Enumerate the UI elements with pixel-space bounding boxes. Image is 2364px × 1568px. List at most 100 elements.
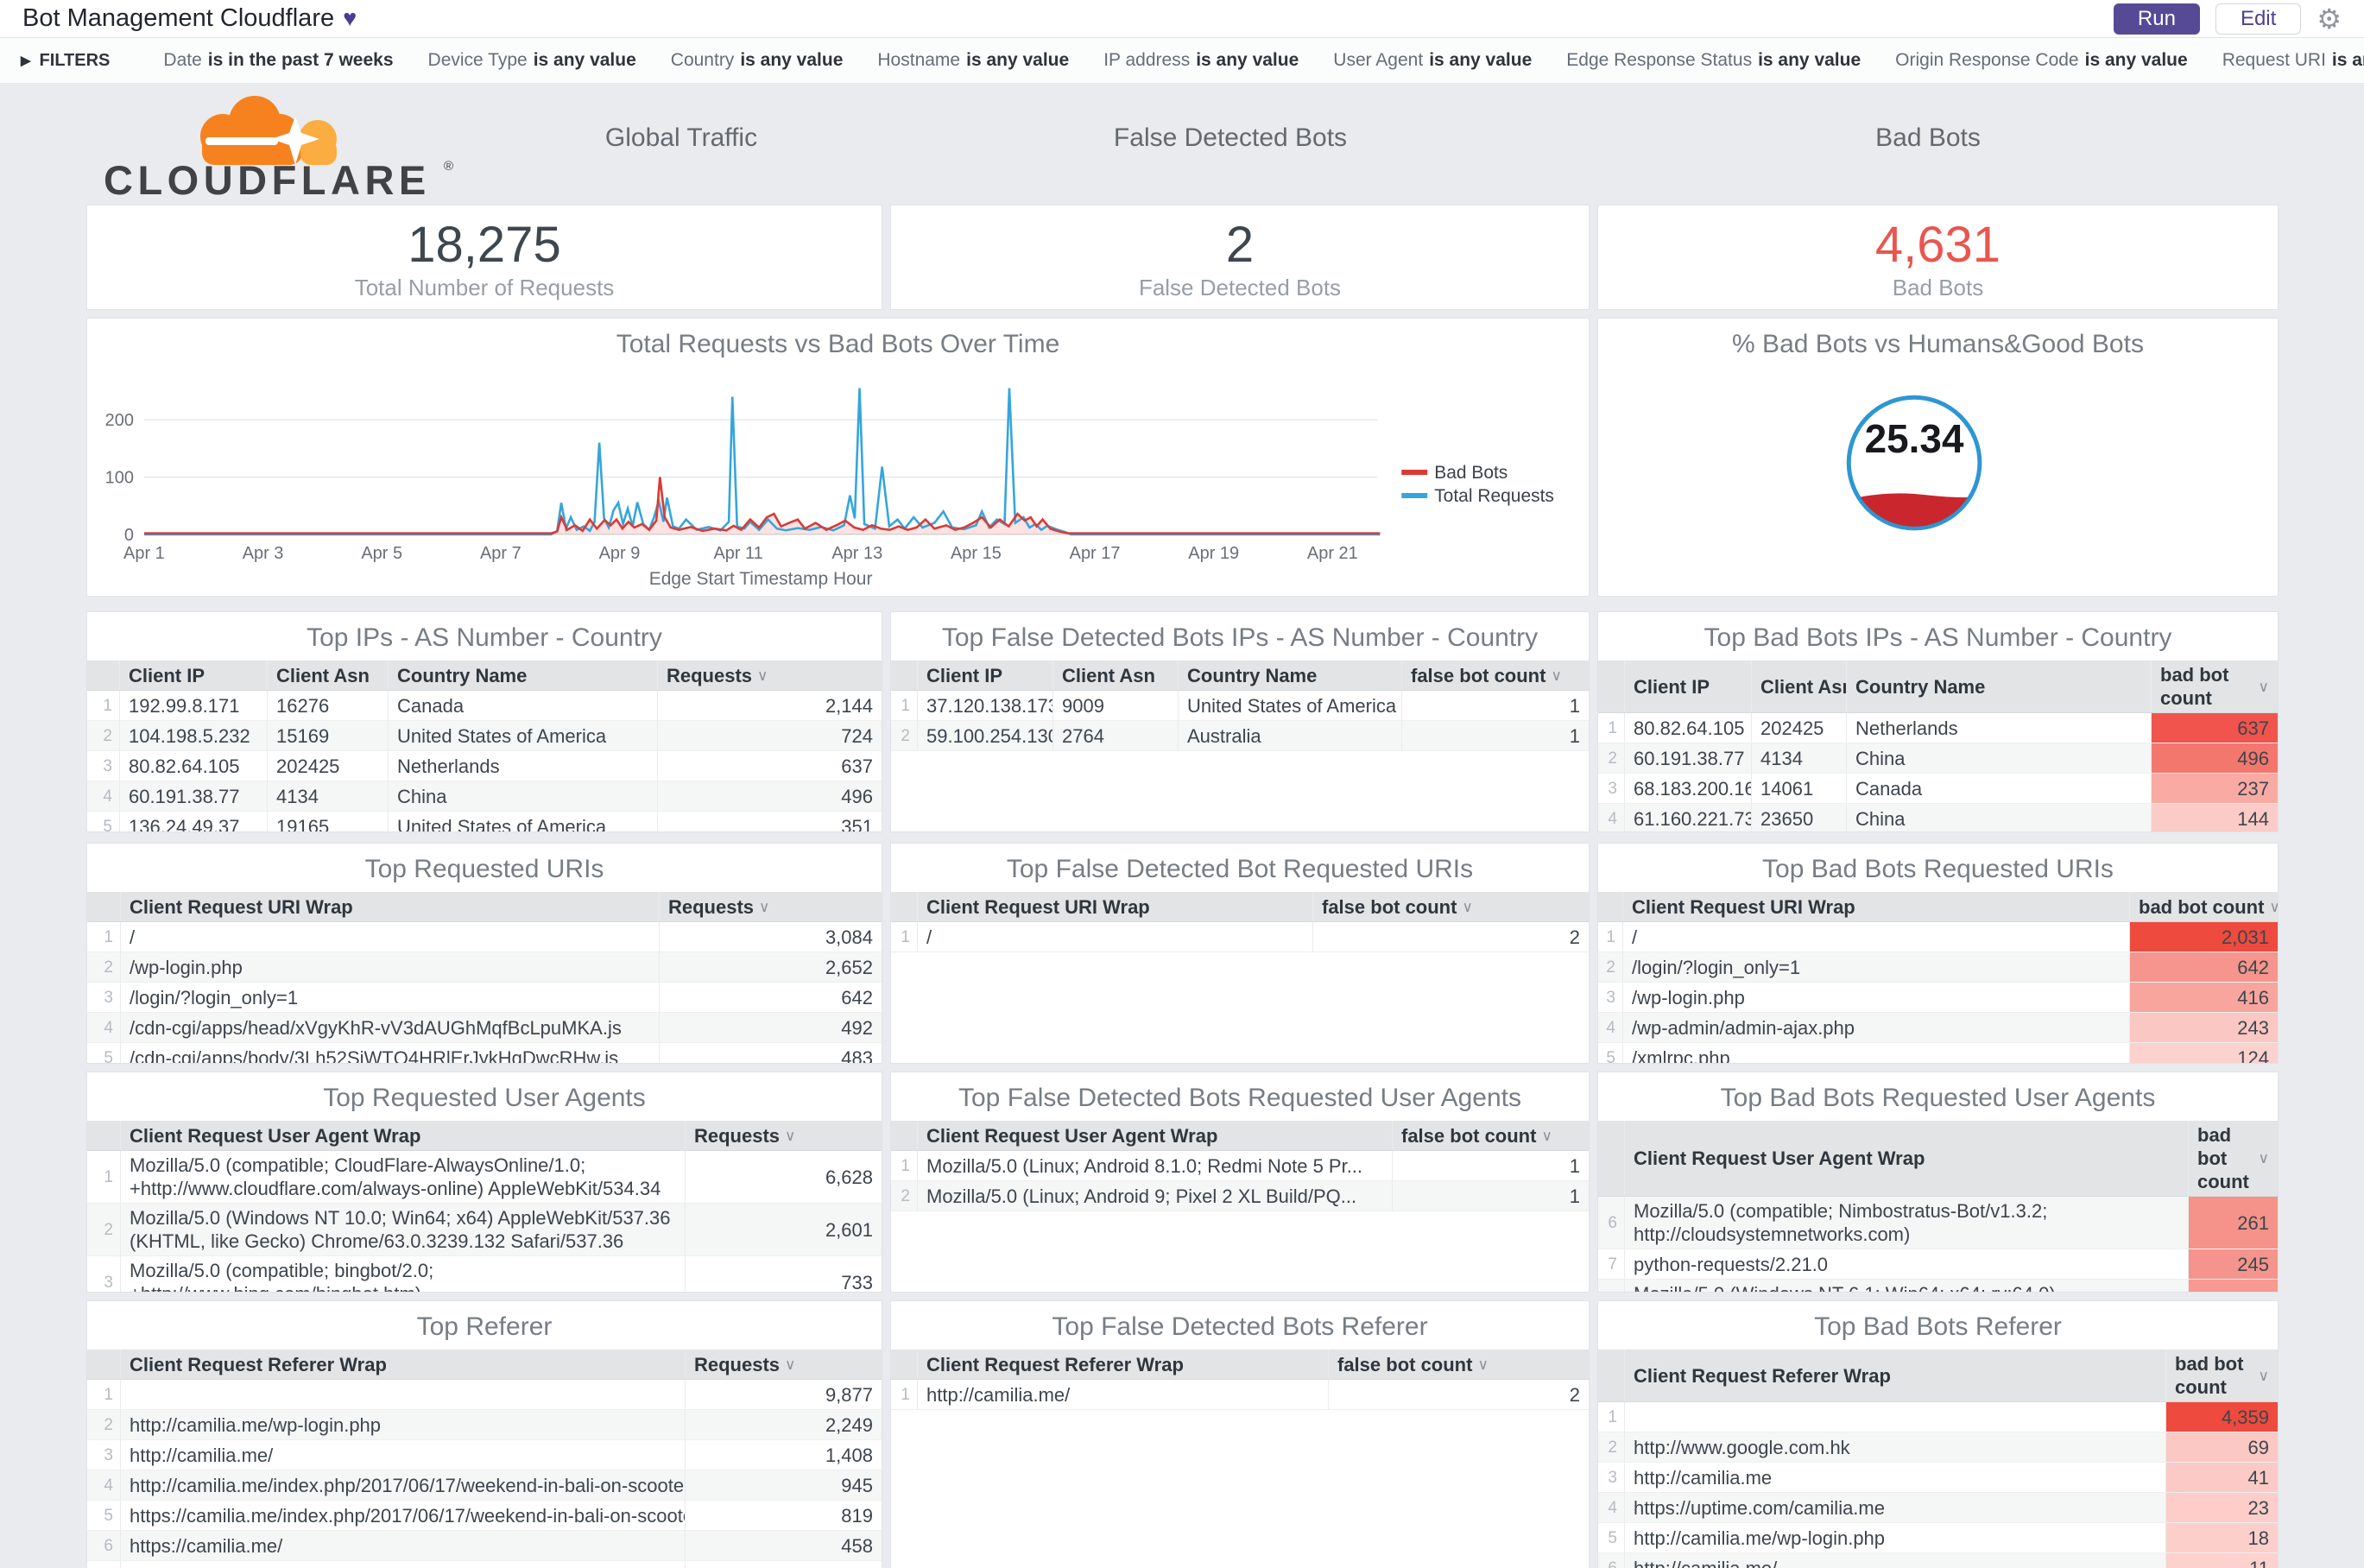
sort-header[interactable]: bad bot count∨	[2165, 1350, 2278, 1401]
svg-text:Apr 7: Apr 7	[480, 544, 521, 563]
table-row[interactable]: 1 9,877	[87, 1380, 882, 1410]
table-row[interactable]: 1 Mozilla/5.0 (compatible; CloudFlare-Alw…	[87, 1151, 882, 1204]
table-cell: 80.82.64.105	[119, 751, 267, 781]
table-row[interactable]: 4/cdn-cgi/apps/head/xVgyKhR-vV3dAUGhMqfB…	[87, 1013, 882, 1043]
sort-header[interactable]: bad bot count∨	[2129, 892, 2278, 921]
table-row[interactable]: 2/login/?login_only=1 642	[1598, 952, 2278, 983]
tile-title: Top Bad Bots Requested User Agents	[1720, 1084, 2156, 1112]
table-row[interactable]: 4 https://uptime.com/camilia.me 23	[1598, 1493, 2278, 1523]
filter-item[interactable]: Country is any value	[671, 50, 844, 71]
filters-toggle[interactable]: ▶ FILTERS	[21, 51, 110, 71]
table-row[interactable]: 5 https://camilia.me/index.php/2017/06/17…	[87, 1501, 882, 1531]
table-row[interactable]: 3 80.82.64.105 202425 Netherlands 637	[87, 751, 882, 781]
table-row[interactable]: 2 Mozilla/5.0 (Linux; Android 9; Pixel 2 …	[891, 1181, 1589, 1211]
table-cell: 80.82.64.105	[1624, 713, 1751, 743]
column-header: Client Request Referer Wrap	[1624, 1350, 2165, 1401]
table-row[interactable]: 1 37.120.138.173 9009 United States of Amer…	[891, 691, 1589, 721]
filter-item[interactable]: Hostname is any value	[877, 50, 1069, 71]
table-row[interactable]: 5 http://camilia.me/wp-login.php 18	[1598, 1523, 2278, 1553]
sort-header[interactable]: false bot count ∨	[1328, 1350, 1589, 1379]
tile-title: Top Requested URIs	[364, 855, 604, 883]
sort-header[interactable]: false bot count ∨	[1392, 1121, 1589, 1150]
table-row[interactable]: 5 136.24.49.37 19165 United States of Ameri…	[87, 812, 882, 831]
value-cell: 1	[1392, 1181, 1589, 1211]
table-row[interactable]: 7 python-requests/2.21.0 245	[1598, 1249, 2278, 1280]
table-row[interactable]: 6 https://camilia.me/458	[87, 1531, 882, 1561]
table-row[interactable]: 2 Mozilla/5.0 (Windows NT 10.0; Win64; x6…	[87, 1204, 882, 1256]
row-number: 2	[1608, 1438, 1617, 1457]
column-header	[87, 1121, 120, 1150]
filter-item[interactable]: Device Type is any value	[428, 50, 636, 71]
table-row[interactable]: 3 http://camilia.me 41	[1598, 1463, 2278, 1493]
table-row[interactable]: 6 Mozilla/5.0 (compatible; Nimbostratus-B…	[1598, 1197, 2278, 1249]
table-row[interactable]: 8Mozilla/5.0 (Windows NT 6.1; Win64; x64…	[1598, 1280, 2278, 1292]
table-row[interactable]: 4 60.191.38.77 4134 China 496	[87, 781, 882, 812]
table-header-row: Client Request Referer Wrap false bot cou…	[891, 1350, 1589, 1380]
table-row[interactable]: 3 Mozilla/5.0 (compatible; bingbot/2.0; +…	[87, 1256, 882, 1292]
table-row[interactable]: 4 61.160.221.73 23650 China 144	[1598, 804, 2278, 831]
table-row[interactable]: 2 59.100.254.130 2764 Australia 1	[891, 721, 1589, 751]
table-row[interactable]: 3 http://camilia.me/1,408	[87, 1440, 882, 1470]
table-cell: Mozilla/5.0 (compatible; Nimbostratus-Bo…	[1624, 1197, 2188, 1249]
table-cell: 60.191.38.77	[119, 781, 267, 811]
tile-total-requests: 18,275 Total Number of Requests	[86, 205, 882, 310]
table-row[interactable]: 1 http://camilia.me/2	[891, 1380, 1589, 1410]
row-number: 4	[104, 1018, 113, 1037]
sort-chevron-icon: ∨	[757, 667, 768, 684]
gear-icon[interactable]: ⚙	[2317, 3, 2342, 35]
svg-text:Apr 17: Apr 17	[1070, 544, 1121, 563]
table-row[interactable]: 2 http://camilia.me/wp-login.php 2,249	[87, 1410, 882, 1440]
table-row[interactable]: 2 104.198.5.232 15169 United States of Amer…	[87, 721, 882, 751]
section-header-global-traffic: Global Traffic	[604, 123, 758, 152]
sort-header[interactable]: bad bot count∨	[2151, 661, 2278, 712]
table-row[interactable]: 2 http://www.google.com.hk 69	[1598, 1432, 2278, 1463]
column-header: Client Request Referer Wrap	[120, 1350, 685, 1379]
tile-top-referer: Top Referer Client Request Referer Wrap R…	[86, 1300, 882, 1568]
svg-text:Apr 3: Apr 3	[243, 544, 284, 563]
sort-header[interactable]: Requests ∨	[659, 892, 882, 921]
table-row[interactable]: 1 192.99.8.171 16276 Canada 2,144	[87, 691, 882, 721]
value-cell: 819	[685, 1501, 882, 1530]
column-header: Client Request URI Wrap	[1622, 892, 2129, 921]
table-cell: Netherlands	[1846, 713, 2151, 743]
table-row[interactable]: 5/xmlrpc.php 124	[1598, 1043, 2278, 1063]
table-row[interactable]: 3/wp-login.php 416	[1598, 983, 2278, 1013]
table-row[interactable]: 1 /2	[891, 922, 1589, 952]
table-row[interactable]: 3 68.183.200.16714061Canada237	[1598, 774, 2278, 804]
run-button[interactable]: Run	[2113, 3, 2200, 35]
table-row[interactable]: 2 60.191.38.77 4134 China 496	[1598, 743, 2278, 774]
table-row[interactable]: 1 80.82.64.105 202425 Netherlands 637	[1598, 713, 2278, 743]
filter-item[interactable]: IP address is any value	[1103, 50, 1299, 71]
sort-header[interactable]: Requests ∨	[685, 1350, 882, 1379]
filter-item[interactable]: Origin Response Code is any value	[1895, 50, 2188, 71]
filter-item[interactable]: Date is in the past 7 weeks	[163, 50, 393, 71]
edit-button[interactable]: Edit	[2215, 3, 2302, 35]
table-row[interactable]: 1 /3,084	[87, 922, 882, 952]
value-cell: 69	[2165, 1432, 2278, 1462]
sort-header[interactable]: Requests ∨	[657, 661, 882, 690]
table-row[interactable]: 1 4,359	[1598, 1402, 2278, 1432]
tile-bad-user-agents: Top Bad Bots Requested User Agents Clien…	[1597, 1072, 2279, 1293]
table-row[interactable]: 1 /2,031	[1598, 922, 2278, 952]
sort-header[interactable]: Requests ∨	[685, 1121, 882, 1150]
table-cell: http://camilia.me/	[120, 1440, 685, 1470]
filter-item[interactable]: User Agent is any value	[1333, 50, 1532, 71]
svg-text:100: 100	[105, 469, 134, 488]
filter-item[interactable]: Edge Response Status is any value	[1566, 50, 1861, 71]
table-row[interactable]: 1 Mozilla/5.0 (Linux; Android 8.1.0; Redm…	[891, 1151, 1589, 1181]
sort-header[interactable]: false bot count ∨	[1401, 661, 1589, 690]
gauge-chart[interactable]: 25.34	[1598, 367, 2278, 591]
table-row[interactable]: 4/wp-admin/admin-ajax.php 243	[1598, 1013, 2278, 1043]
table-row[interactable]: 5/cdn-cgi/apps/body/3Lh52SjWTQ4HRlErJykH…	[87, 1043, 882, 1063]
sort-header[interactable]: bad bot count∨	[2188, 1121, 2278, 1196]
table-row[interactable]: 6 http://camilia.me/11	[1598, 1553, 2278, 1568]
sort-header[interactable]: false bot count ∨	[1312, 892, 1589, 921]
line-chart[interactable]: 0 100 200 Apr 1 Apr 3 Apr 5 Apr 7 Apr 9 Apr 11 Ap…	[87, 367, 1589, 597]
table-row[interactable]: 3/login/?login_only=1 642	[87, 983, 882, 1013]
column-header: Client Asn	[267, 661, 388, 690]
filter-item[interactable]: Request URIis any value	[2222, 50, 2364, 71]
svg-text:Apr 11: Apr 11	[713, 544, 762, 563]
table-row[interactable]: 4 http://camilia.me/index.php/2017/06/17/…	[87, 1470, 882, 1501]
table-row[interactable]: 2/wp-login.php 2,652	[87, 952, 882, 983]
table-row[interactable]: 7http://camilia.me/index.php/2017/05/14/…	[87, 1561, 882, 1568]
